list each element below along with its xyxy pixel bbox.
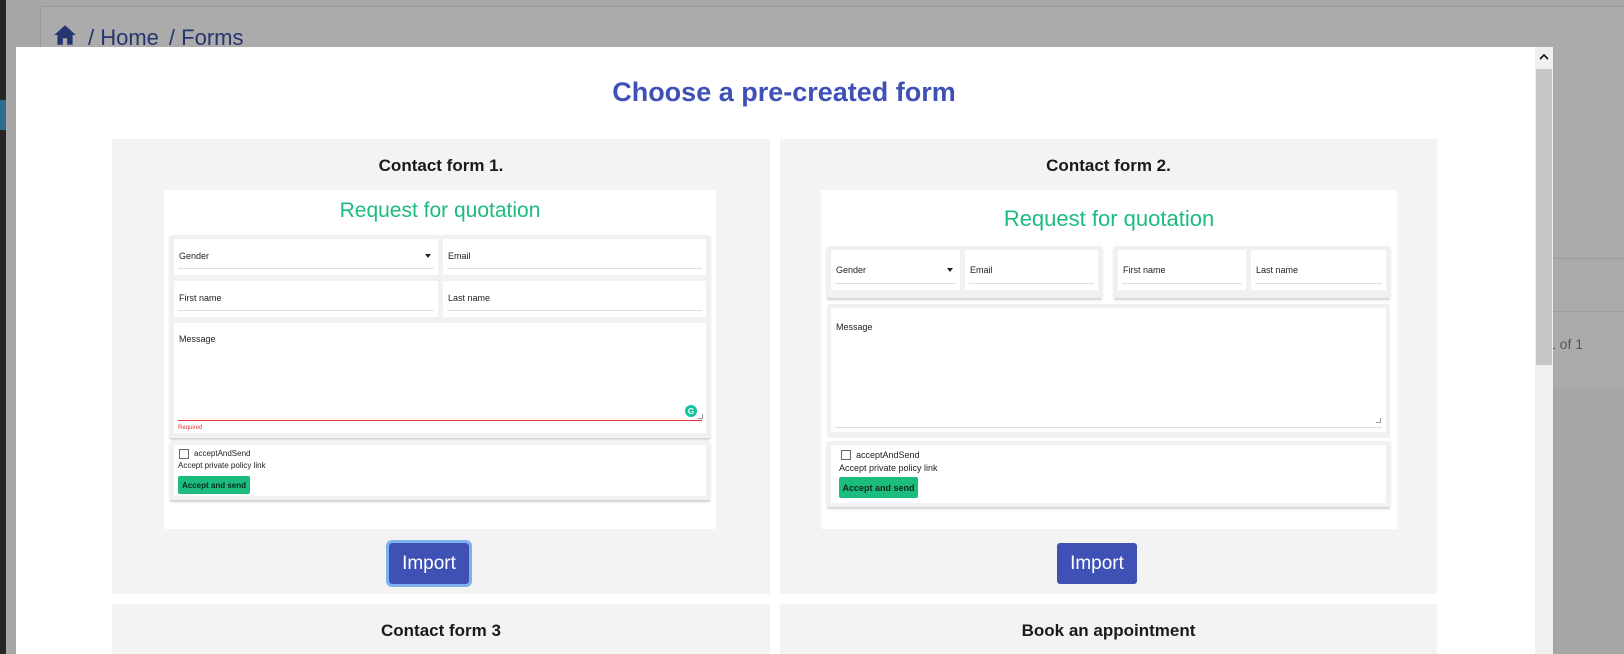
- message-label: Message: [179, 334, 216, 344]
- message-textarea[interactable]: Message: [831, 308, 1386, 432]
- last-name-field[interactable]: Last name: [443, 281, 706, 317]
- message-textarea[interactable]: Message G Required: [174, 323, 706, 433]
- email-field[interactable]: Email: [443, 239, 706, 275]
- modal-scrollbar[interactable]: [1535, 47, 1553, 654]
- last-name-label: Last name: [448, 293, 491, 303]
- caret-down-icon: [947, 268, 953, 272]
- checkbox-icon[interactable]: [841, 450, 851, 460]
- consent-panel: acceptAndSend Accept private policy link…: [170, 441, 710, 500]
- gender-select[interactable]: Gender: [831, 250, 960, 290]
- resize-icon: [1376, 418, 1381, 423]
- card-title: Contact form 2.: [1046, 156, 1171, 175]
- email-field[interactable]: Email: [965, 250, 1098, 290]
- caret-down-icon: [425, 254, 431, 258]
- gender-label: Gender: [836, 265, 867, 275]
- form-preview: Request for quotation Gender Email First…: [821, 190, 1397, 529]
- card-title: Contact form 1.: [378, 156, 504, 175]
- left-sidebar-edge: [0, 0, 6, 654]
- last-name-label: Last name: [1256, 265, 1299, 275]
- scrollbar-thumb[interactable]: [1536, 69, 1552, 365]
- checkbox-icon[interactable]: [179, 449, 189, 459]
- gender-label: Gender: [179, 251, 210, 261]
- form-card-book-appointment: Book an appointment: [780, 604, 1437, 654]
- preview-heading: Request for quotation: [339, 199, 541, 222]
- accept-and-send-button[interactable]: Accept and send: [839, 477, 918, 498]
- sidebar-toggle: [0, 100, 6, 130]
- preview-panel: Gender Email First name Last name Messag…: [170, 235, 710, 438]
- checkbox-label: acceptAndSend: [194, 449, 251, 458]
- preview-panel-right: First name Last name: [1114, 246, 1390, 298]
- form-card-contact-2: Contact form 2. Request for quotation Ge…: [780, 139, 1437, 594]
- policy-link[interactable]: Accept private policy link: [178, 461, 266, 470]
- accept-and-send-button[interactable]: Accept and send: [178, 476, 250, 494]
- card-title: Book an appointment: [1021, 621, 1196, 640]
- checkbox-label: acceptAndSend: [856, 450, 920, 460]
- first-name-field[interactable]: First name: [174, 281, 438, 317]
- form-card-contact-3: Contact form 3: [112, 604, 770, 654]
- consent-panel: acceptAndSend Accept private policy link…: [827, 441, 1390, 507]
- import-button[interactable]: Import: [386, 540, 472, 587]
- policy-link[interactable]: Accept private policy link: [839, 463, 938, 473]
- message-label: Message: [836, 322, 873, 332]
- email-label: Email: [970, 265, 993, 275]
- pagination-label: 1 of 1: [1548, 336, 1584, 352]
- import-button[interactable]: Import: [1057, 543, 1137, 584]
- form-card-contact-1: Contact form 1. Request for quotation Ge…: [112, 139, 770, 594]
- modal-title: Choose a pre-created form: [612, 77, 956, 107]
- form-preview: Request for quotation Gender Email First…: [164, 190, 716, 529]
- card-title: Contact form 3: [381, 621, 501, 640]
- gender-select[interactable]: Gender: [174, 239, 438, 275]
- grammarly-icon: G: [685, 405, 697, 417]
- choose-form-modal: Choose a pre-created form Contact form 1…: [16, 47, 1553, 654]
- message-panel: Message: [827, 304, 1390, 438]
- chevron-up-icon[interactable]: [1535, 47, 1553, 67]
- first-name-label: First name: [179, 293, 222, 303]
- email-label: Email: [448, 251, 471, 261]
- preview-heading: Request for quotation: [1003, 206, 1215, 231]
- last-name-field[interactable]: Last name: [1251, 250, 1386, 290]
- required-error: Required: [178, 425, 203, 431]
- resize-icon: [698, 414, 703, 419]
- preview-panel-left: Gender Email: [827, 246, 1102, 298]
- first-name-field[interactable]: First name: [1118, 250, 1246, 290]
- first-name-label: First name: [1123, 265, 1166, 275]
